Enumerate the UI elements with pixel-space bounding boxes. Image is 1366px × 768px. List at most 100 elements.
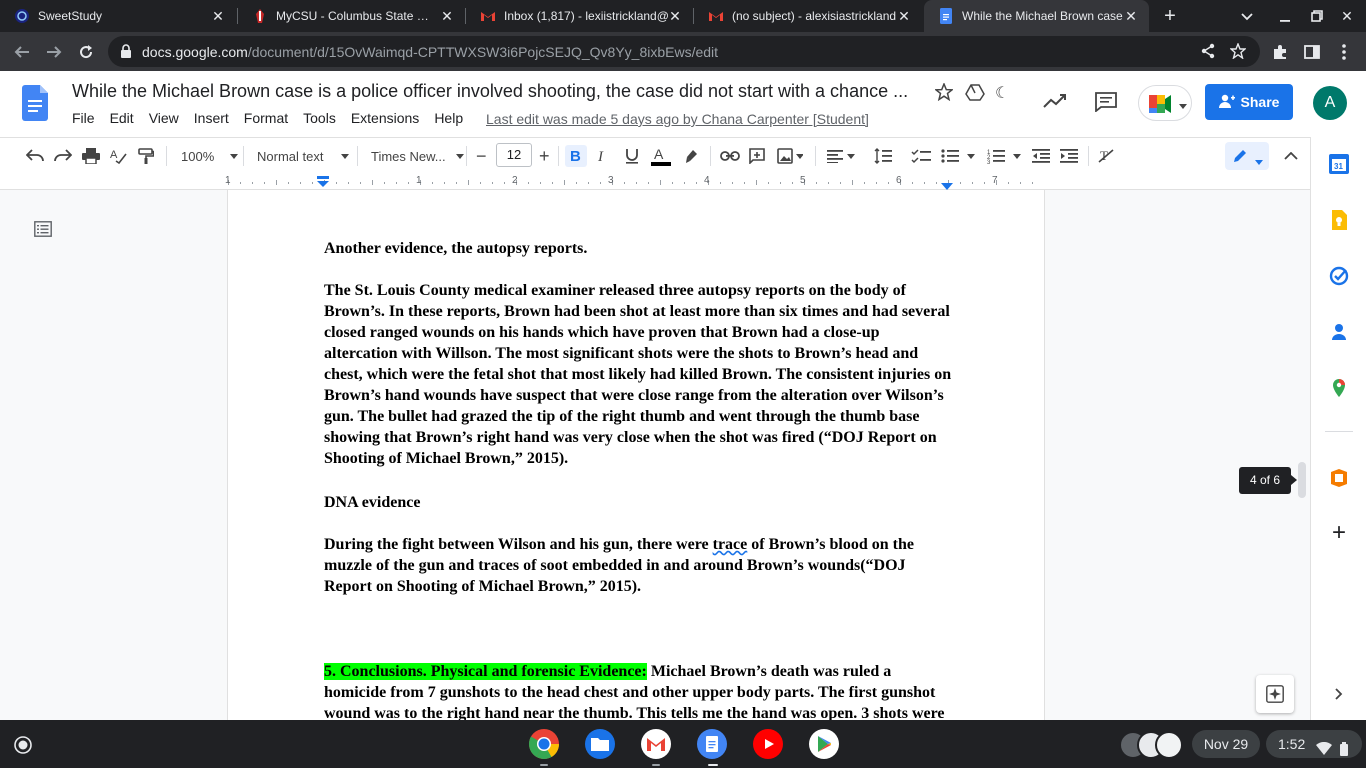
launcher-icon[interactable] xyxy=(14,736,32,757)
close-icon[interactable]: ✕ xyxy=(667,8,683,24)
comment-history-icon[interactable] xyxy=(1095,92,1117,115)
minimize-icon[interactable] xyxy=(1275,6,1295,26)
menu-format[interactable]: Format xyxy=(244,110,288,126)
close-icon[interactable]: ✕ xyxy=(896,8,912,24)
align-icon[interactable] xyxy=(827,145,855,167)
play-store-icon[interactable] xyxy=(808,728,840,760)
chrome-icon[interactable] xyxy=(528,728,560,760)
increase-indent-icon[interactable] xyxy=(1060,145,1078,167)
decrease-font-size-icon[interactable]: − xyxy=(476,145,487,167)
highlight-color-icon[interactable] xyxy=(683,145,699,167)
menu-help[interactable]: Help xyxy=(434,110,463,126)
spellcheck-icon[interactable]: A xyxy=(110,145,128,167)
share-button[interactable]: Share xyxy=(1205,84,1293,120)
bookmark-star-icon[interactable] xyxy=(1229,42,1248,61)
restore-icon[interactable] xyxy=(1307,6,1327,26)
numbered-list-icon[interactable]: 123 xyxy=(987,145,1021,167)
tab-inbox[interactable]: Inbox (1,817) - lexiistrickland@ ✕ xyxy=(466,0,693,32)
window-close-icon[interactable]: ✕ xyxy=(1337,6,1357,26)
reload-icon[interactable] xyxy=(74,40,98,64)
office-addon-icon[interactable] xyxy=(1329,468,1349,488)
side-panel-icon[interactable] xyxy=(1300,40,1324,64)
expand-panel-chevron-icon[interactable] xyxy=(1329,684,1349,704)
new-tab-icon[interactable]: + xyxy=(1160,6,1180,26)
date-tray[interactable]: Nov 29 xyxy=(1192,730,1260,758)
files-icon[interactable] xyxy=(584,728,616,760)
more-menu-icon[interactable] xyxy=(1332,40,1356,64)
menu-view[interactable]: View xyxy=(149,110,179,126)
forward-icon[interactable] xyxy=(42,40,66,64)
italic-icon[interactable]: I xyxy=(597,145,609,167)
close-icon[interactable]: ✕ xyxy=(1123,8,1139,24)
last-edit-link[interactable]: Last edit was made 5 days ago by Chana C… xyxy=(486,111,869,127)
line-spacing-icon[interactable] xyxy=(874,145,892,167)
calendar-icon[interactable]: 31 xyxy=(1329,154,1349,174)
docs-app-icon[interactable] xyxy=(696,728,728,760)
font-size-input[interactable]: 12 xyxy=(496,143,532,167)
document-title[interactable]: While the Michael Brown case is a police… xyxy=(72,81,922,102)
status-tray[interactable]: 1:52 xyxy=(1266,730,1362,758)
tab-michael-brown-doc[interactable]: While the Michael Brown case ✕ xyxy=(924,0,1149,32)
gmail-app-icon[interactable] xyxy=(640,728,672,760)
youtube-icon[interactable] xyxy=(752,728,784,760)
menu-insert[interactable]: Insert xyxy=(194,110,229,126)
document-page[interactable]: Another evidence, the autopsy reports. T… xyxy=(228,190,1044,720)
hide-menus-chevron-up-icon[interactable] xyxy=(1284,145,1298,167)
activity-trend-icon[interactable] xyxy=(1043,93,1067,112)
scrollbar-thumb[interactable] xyxy=(1298,462,1306,498)
spelling-error-word[interactable]: trace xyxy=(713,536,748,553)
ruler-tick xyxy=(528,182,529,184)
contacts-icon[interactable] xyxy=(1329,322,1349,342)
share-page-icon[interactable] xyxy=(1200,43,1218,61)
bulleted-list-icon[interactable] xyxy=(941,145,975,167)
close-icon[interactable]: ✕ xyxy=(210,8,226,24)
cloud-status-icon[interactable]: ☾ xyxy=(995,83,1009,103)
menu-file[interactable]: File xyxy=(72,110,95,126)
tab-no-subject[interactable]: (no subject) - alexisiastrickland ✕ xyxy=(694,0,922,32)
document-outline-icon[interactable] xyxy=(34,221,52,240)
style-select[interactable]: Normal text xyxy=(257,145,350,167)
close-icon[interactable]: ✕ xyxy=(439,8,455,24)
docs-logo-icon[interactable] xyxy=(22,85,48,124)
add-comment-icon[interactable] xyxy=(749,145,765,167)
zoom-select[interactable]: 100% xyxy=(181,145,239,167)
maps-icon[interactable] xyxy=(1329,378,1349,398)
font-select[interactable]: Times New... xyxy=(371,145,464,167)
tasks-icon[interactable] xyxy=(1329,266,1349,286)
menu-extensions[interactable]: Extensions xyxy=(351,110,419,126)
star-icon[interactable] xyxy=(933,82,955,104)
decrease-indent-icon[interactable] xyxy=(1032,145,1050,167)
underline-icon[interactable] xyxy=(625,145,639,167)
print-icon[interactable] xyxy=(82,145,100,167)
insert-link-icon[interactable] xyxy=(720,145,740,167)
ruler-tick xyxy=(288,182,289,184)
meet-button[interactable] xyxy=(1138,85,1192,121)
address-bar[interactable]: docs.google.com/document/d/15OvWaimqd-CP… xyxy=(108,36,1260,67)
tab-mycsu[interactable]: MyCSU - Columbus State Univ ✕ xyxy=(238,0,465,32)
holding-space-icon[interactable] xyxy=(1118,730,1184,763)
clear-formatting-icon[interactable]: T xyxy=(1098,145,1114,167)
bold-icon[interactable]: B xyxy=(565,145,587,167)
keep-icon[interactable] xyxy=(1329,210,1349,230)
left-indent-marker[interactable] xyxy=(317,176,329,191)
explore-button[interactable] xyxy=(1256,675,1294,713)
tab-search-icon[interactable] xyxy=(1237,6,1257,26)
avatar[interactable]: A xyxy=(1313,86,1347,120)
lock-icon[interactable] xyxy=(120,44,132,61)
editing-mode-button[interactable] xyxy=(1225,142,1269,170)
redo-icon[interactable] xyxy=(54,145,72,167)
paint-format-icon[interactable] xyxy=(138,145,154,167)
add-addon-icon[interactable]: + xyxy=(1329,521,1349,545)
checklist-icon[interactable] xyxy=(911,145,931,167)
insert-image-icon[interactable] xyxy=(777,145,803,167)
back-icon[interactable] xyxy=(10,40,34,64)
move-to-drive-icon[interactable] xyxy=(965,83,985,104)
menu-tools[interactable]: Tools xyxy=(303,110,336,126)
ruler[interactable]: 1 1 2 3 4 5 6 7 xyxy=(0,173,1310,190)
tab-sweetstudy[interactable]: SweetStudy ✕ xyxy=(0,0,236,32)
menu-edit[interactable]: Edit xyxy=(110,110,134,126)
undo-icon[interactable] xyxy=(26,145,44,167)
increase-font-size-icon[interactable]: + xyxy=(539,145,550,167)
text-color-icon[interactable]: A xyxy=(651,145,671,167)
extensions-icon[interactable] xyxy=(1268,40,1292,64)
